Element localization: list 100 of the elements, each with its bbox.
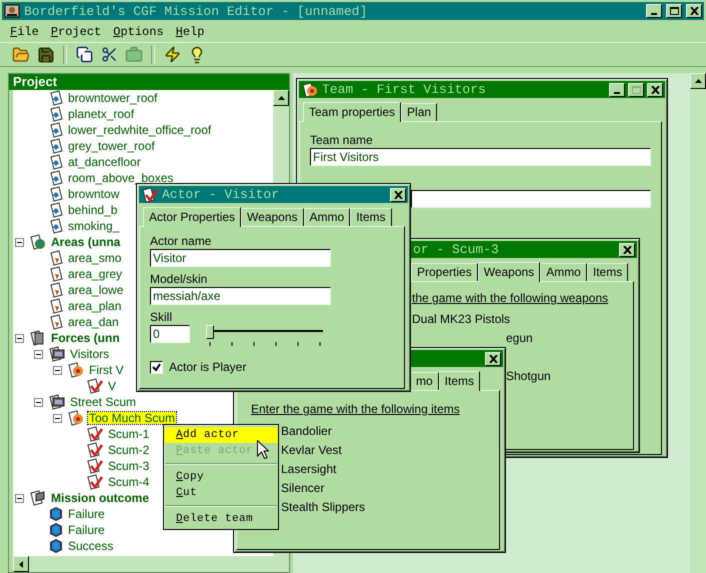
input-field[interactable]: First Visitors: [310, 148, 651, 166]
menu-item[interactable]: Project: [44, 25, 108, 39]
tab[interactable]: Actor Properties: [143, 207, 242, 227]
tree-item[interactable]: Failure: [67, 524, 106, 536]
close-icon: [488, 354, 498, 362]
menu-item[interactable]: Copy: [164, 469, 278, 485]
field-label: Skill: [150, 309, 174, 325]
input-field[interactable]: [411, 190, 651, 208]
tree-item[interactable]: smoking_: [67, 220, 120, 232]
window-title: or - Scum-3: [412, 242, 500, 257]
window-title: Team - First Visitors: [322, 82, 487, 97]
close-button[interactable]: [619, 242, 635, 256]
document-icon: [48, 186, 64, 202]
scroll-up-button[interactable]: [273, 90, 289, 106]
tree-item[interactable]: Success: [67, 540, 114, 552]
menu-item[interactable]: File: [4, 25, 45, 39]
tree-item[interactable]: Scum-1: [107, 428, 150, 440]
scrollbar[interactable]: [13, 556, 289, 572]
document-icon: [48, 250, 64, 266]
field-label: Model/skin: [150, 271, 208, 287]
collapse-icon[interactable]: [34, 398, 43, 406]
tab[interactable]: Ammo: [304, 208, 350, 226]
scroll-up-button[interactable]: [690, 73, 706, 89]
input-field[interactable]: messiah/axe: [150, 287, 331, 305]
list-item: Bandolier: [281, 423, 332, 440]
open-button[interactable]: [10, 44, 32, 64]
tree-item[interactable]: lower_redwhite_office_roof: [67, 124, 212, 136]
tree-item[interactable]: Scum-3: [107, 460, 150, 472]
tree-item[interactable]: Scum-4: [107, 476, 150, 488]
tree-item[interactable]: Failure: [67, 508, 106, 520]
menu-item[interactable]: Delete team: [164, 511, 278, 527]
menu-item[interactable]: Add actor: [164, 427, 278, 443]
tab[interactable]: Properties: [411, 263, 478, 281]
minimize-icon: [614, 92, 620, 94]
collapse-icon[interactable]: [15, 238, 24, 246]
tree-item[interactable]: at_dancefloor: [67, 156, 142, 168]
menu-item[interactable]: Cut: [164, 485, 278, 501]
tree-item[interactable]: planetx_roof: [67, 108, 136, 120]
tab[interactable]: Team properties: [303, 102, 402, 122]
app-icon: [4, 4, 20, 18]
minimize-button[interactable]: [646, 4, 662, 18]
tree-item[interactable]: grey_tower_roof: [67, 140, 156, 152]
collapse-icon[interactable]: [53, 414, 62, 422]
tab[interactable]: Plan: [401, 103, 438, 121]
tab[interactable]: Items: [586, 263, 628, 281]
tree-item[interactable]: First V: [88, 364, 125, 376]
maximize-button[interactable]: [628, 82, 644, 96]
maximize-button[interactable]: [666, 4, 682, 18]
collapse-icon[interactable]: [34, 350, 43, 358]
tab[interactable]: Weapons: [478, 262, 540, 282]
tab[interactable]: Ammo: [540, 263, 587, 281]
tree-item[interactable]: area_grey: [67, 268, 124, 280]
tab[interactable]: Items: [350, 208, 392, 226]
list-item: Shotgun: [506, 368, 551, 385]
section-heading: Enter the game with the following items: [251, 402, 461, 416]
tree-item[interactable]: V: [107, 380, 118, 392]
tree-item[interactable]: behind_b: [67, 204, 118, 216]
collapse-icon[interactable]: [15, 334, 24, 342]
input-field[interactable]: 0: [150, 325, 190, 343]
tab[interactable]: Weapons: [241, 208, 304, 226]
checkmark-icon: [86, 458, 104, 474]
list-item: Lasersight: [281, 461, 336, 478]
close-button[interactable]: [686, 4, 702, 18]
tree-item[interactable]: browntower_roof: [67, 92, 158, 104]
collapse-icon[interactable]: [53, 366, 62, 374]
menu-item[interactable]: Help: [170, 25, 210, 39]
tree-item[interactable]: area_dan: [67, 316, 120, 328]
tree-item[interactable]: Visitors: [69, 348, 110, 360]
menu-item[interactable]: Options: [107, 25, 170, 39]
scrollbar[interactable]: [690, 73, 706, 573]
slider[interactable]: [206, 325, 324, 347]
tree-item[interactable]: area_plan: [67, 300, 122, 312]
target-icon: [67, 362, 85, 378]
checkbox[interactable]: [150, 360, 163, 374]
close-button[interactable]: [390, 188, 406, 202]
tree-item[interactable]: Scum-2: [107, 444, 150, 456]
tree-item[interactable]: Areas (unna: [50, 236, 122, 248]
tab[interactable]: mo: [410, 372, 439, 390]
checkmark-icon: [141, 186, 159, 202]
close-button[interactable]: [485, 352, 501, 366]
scroll-left-button[interactable]: [13, 556, 29, 572]
field-label: Team name: [310, 132, 374, 148]
input-field[interactable]: Visitor: [150, 249, 331, 267]
tree-item[interactable]: browntow: [67, 188, 120, 200]
close-button[interactable]: [647, 82, 663, 96]
tree-item[interactable]: area_lowe: [67, 284, 124, 296]
list-item: Dual MK23 Pistols: [412, 311, 510, 328]
tree-item[interactable]: Forces (unn: [50, 332, 121, 344]
minimize-button[interactable]: [609, 82, 625, 96]
list-item: Kevlar Vest: [281, 442, 342, 459]
tree-item[interactable]: room_above_boxes: [67, 172, 174, 184]
globe-icon: [29, 234, 47, 250]
tree-item[interactable]: Mission outcome: [50, 492, 150, 504]
tree-item[interactable]: area_smo: [67, 252, 122, 264]
slider-thumb[interactable]: [206, 325, 214, 339]
tree-item[interactable]: Too Much Scum: [88, 412, 176, 424]
tab[interactable]: Items: [438, 371, 480, 391]
tree-item[interactable]: Street Scum: [69, 396, 138, 408]
collapse-icon[interactable]: [15, 494, 24, 502]
checkmark-icon: [86, 474, 104, 490]
